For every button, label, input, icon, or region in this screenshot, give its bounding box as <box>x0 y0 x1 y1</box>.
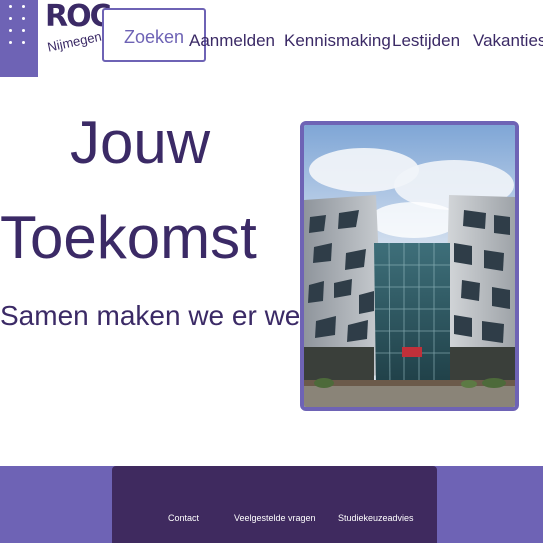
building-photo-illustration <box>304 125 515 407</box>
footer-link-faq[interactable]: Veelgestelde vragen <box>234 513 316 523</box>
logo-brand: ROC <box>45 0 112 34</box>
nav-item-aanmelden[interactable]: Aanmelden <box>189 31 275 51</box>
nav-item-lestijden[interactable]: Lestijden <box>392 31 460 51</box>
building-photo-icon <box>300 121 519 411</box>
logo-dot <box>22 29 25 32</box>
roc-nijmegen-logo[interactable]: ROC Nijmegen <box>45 2 112 72</box>
footer-link-contact[interactable]: Contact <box>168 513 199 523</box>
logo-dot <box>22 5 25 8</box>
page: ROC Nijmegen Zoeken Aanmelden Kennismaki… <box>0 0 543 543</box>
logo-dot <box>9 17 12 20</box>
footer-link-study-advice[interactable]: Studiekeuzeadvies <box>338 513 414 523</box>
logo-dot <box>22 41 25 44</box>
nav-item-kennismaking[interactable]: Kennismaking <box>284 31 391 51</box>
logo-dot <box>9 29 12 32</box>
logo-dot <box>22 17 25 20</box>
nav-item-vakanties[interactable]: Vakanties <box>473 31 543 51</box>
logo-dot-grid <box>0 0 38 77</box>
hero-title-line-2: Toekomst <box>0 204 257 271</box>
logo-dot <box>9 41 12 44</box>
footer-panel <box>112 466 437 543</box>
hero-title-line-1: Jouw <box>70 109 211 176</box>
logo-dot <box>9 5 12 8</box>
